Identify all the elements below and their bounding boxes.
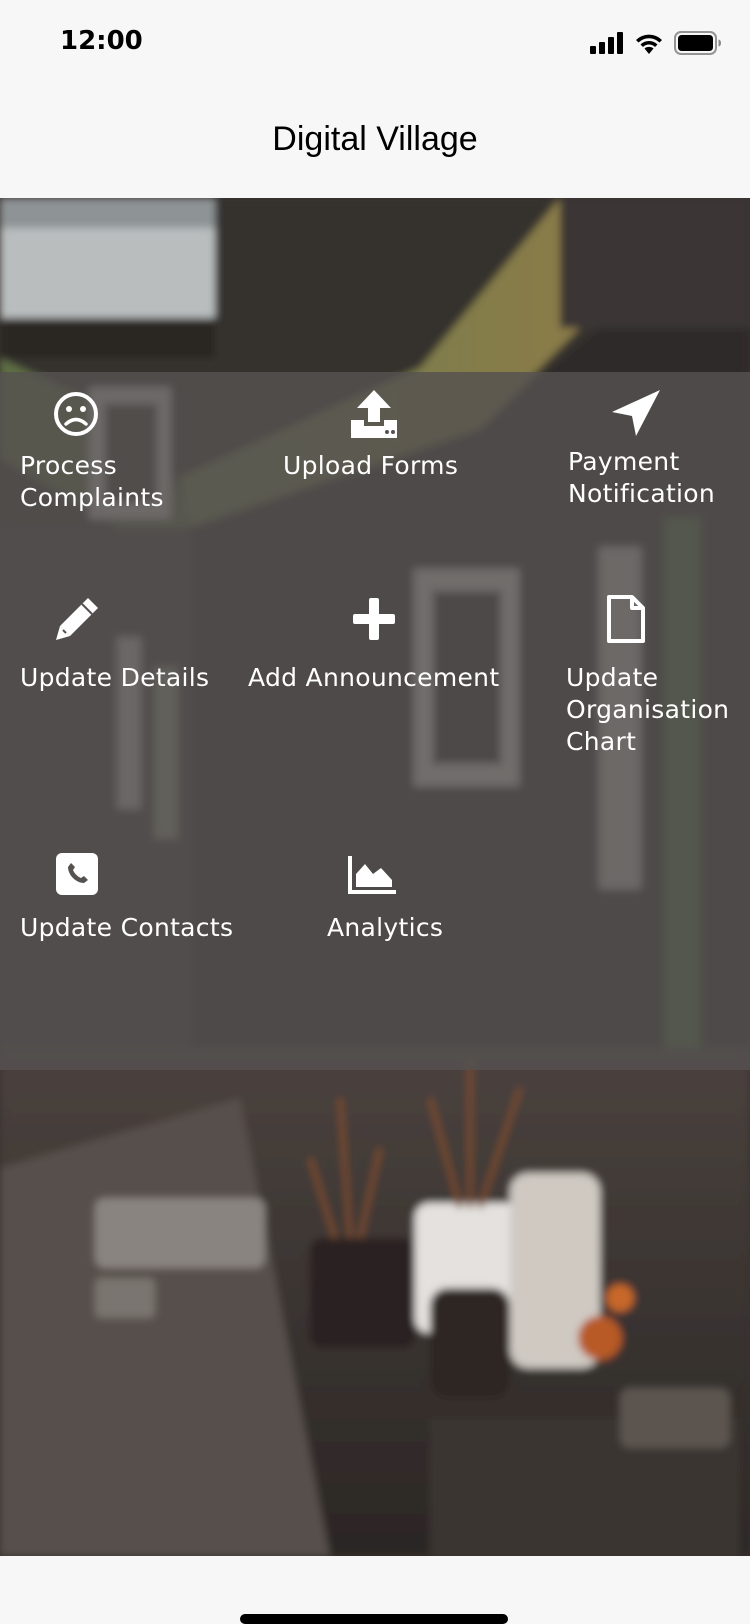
process-complaints-label: Process Complaints xyxy=(20,451,164,512)
update-contacts-button[interactable]: Update Contacts xyxy=(0,832,250,1002)
wifi-icon xyxy=(634,32,664,54)
status-time: 12:00 xyxy=(60,26,143,56)
process-complaints-button[interactable]: Process Complaints xyxy=(0,372,250,542)
pencil-icon xyxy=(52,594,102,652)
area-chart-icon xyxy=(348,854,398,902)
upload-forms-button[interactable]: Upload Forms xyxy=(250,372,500,542)
sad-face-icon xyxy=(52,390,100,446)
status-bar: 12:00 xyxy=(0,0,750,90)
page-title: Digital Village xyxy=(272,120,478,158)
add-announcement-label: Add Announcement xyxy=(248,663,500,692)
status-icons xyxy=(590,28,722,58)
upload-forms-label: Upload Forms xyxy=(283,451,459,480)
document-icon xyxy=(606,594,646,652)
update-contacts-label: Update Contacts xyxy=(20,913,234,942)
payment-notification-label: Payment Notification xyxy=(568,447,716,508)
location-arrow-icon xyxy=(610,388,662,446)
update-details-button[interactable]: Update Details xyxy=(0,582,250,782)
bottom-bar xyxy=(0,1556,750,1624)
navigation-bar: Digital Village xyxy=(0,90,750,198)
upload-icon xyxy=(347,388,401,448)
analytics-label: Analytics xyxy=(327,913,444,942)
menu-grid: Process Complaints Upload Forms Payment … xyxy=(0,372,750,1070)
payment-notification-button[interactable]: Payment Notification xyxy=(500,372,750,542)
plus-icon xyxy=(351,596,397,650)
update-details-label: Update Details xyxy=(20,663,210,692)
add-announcement-button[interactable]: Add Announcement xyxy=(245,582,510,782)
home-indicator[interactable] xyxy=(240,1614,508,1624)
update-organisation-chart-button[interactable]: Update Organisation Chart xyxy=(510,582,750,782)
signal-icon xyxy=(590,32,624,54)
phone-square-icon xyxy=(55,852,99,904)
analytics-button[interactable]: Analytics xyxy=(300,832,500,1002)
update-organisation-chart-label: Update Organisation Chart xyxy=(566,663,730,756)
battery-icon xyxy=(674,31,722,55)
